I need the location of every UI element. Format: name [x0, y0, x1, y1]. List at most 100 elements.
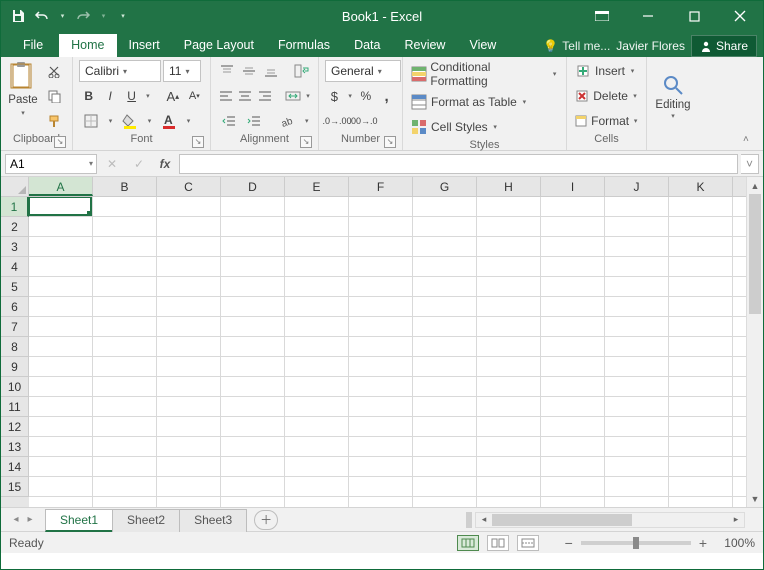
- row-header[interactable]: 11: [1, 397, 29, 417]
- row-header[interactable]: 2: [1, 217, 29, 237]
- fill-color-dropdown-icon[interactable]: ▾: [144, 110, 155, 132]
- underline-dropdown-icon[interactable]: ▾: [143, 85, 152, 107]
- italic-button[interactable]: I: [100, 85, 119, 107]
- wrap-text-icon[interactable]: [292, 60, 312, 82]
- scroll-down-icon[interactable]: ▼: [747, 490, 763, 507]
- hscroll-thumb[interactable]: [492, 514, 632, 526]
- number-launcher-icon[interactable]: ↘: [384, 136, 396, 148]
- signed-in-user[interactable]: Javier Flores: [616, 39, 685, 53]
- tab-page-layout[interactable]: Page Layout: [172, 34, 266, 57]
- redo-dropdown-icon[interactable]: ▾: [98, 5, 109, 27]
- format-painter-icon[interactable]: [42, 110, 66, 132]
- clipboard-launcher-icon[interactable]: ↘: [54, 136, 66, 148]
- zoom-in-icon[interactable]: +: [699, 535, 707, 551]
- tab-home[interactable]: Home: [59, 34, 116, 57]
- row-header[interactable]: 12: [1, 417, 29, 437]
- editing-label[interactable]: Editing: [655, 99, 690, 111]
- find-select-icon[interactable]: [659, 71, 687, 99]
- ribbon-display-options-icon[interactable]: [579, 1, 625, 31]
- tab-insert[interactable]: Insert: [117, 34, 172, 57]
- vertical-scrollbar[interactable]: ▲ ▼: [746, 197, 763, 507]
- row-header[interactable]: 1: [1, 197, 29, 217]
- comma-format-icon[interactable]: ,: [377, 85, 396, 107]
- sheet-nav-arrows[interactable]: ◂ ▸: [1, 514, 45, 525]
- undo-dropdown-icon[interactable]: ▾: [57, 5, 68, 27]
- column-header[interactable]: G: [413, 177, 477, 196]
- column-header[interactable]: F: [349, 177, 413, 196]
- name-box[interactable]: A1 ▾: [5, 154, 97, 174]
- sheet-tab[interactable]: Sheet1: [45, 509, 113, 532]
- align-middle-icon[interactable]: [239, 60, 259, 82]
- page-layout-view-icon[interactable]: [487, 535, 509, 551]
- sheet-tab[interactable]: Sheet3: [179, 509, 247, 532]
- zoom-out-icon[interactable]: −: [565, 535, 573, 551]
- underline-button[interactable]: U: [122, 85, 141, 107]
- column-header[interactable]: C: [157, 177, 221, 196]
- tab-review[interactable]: Review: [392, 34, 457, 57]
- tab-view[interactable]: View: [457, 34, 508, 57]
- zoom-slider[interactable]: [581, 541, 691, 545]
- column-header[interactable]: K: [669, 177, 733, 196]
- column-header[interactable]: B: [93, 177, 157, 196]
- cut-icon[interactable]: [42, 60, 66, 82]
- qat-customize-icon[interactable]: ▾: [115, 5, 131, 27]
- row-header[interactable]: 15: [1, 477, 29, 497]
- column-header[interactable]: E: [285, 177, 349, 196]
- paste-dropdown-icon[interactable]: ▾: [18, 108, 29, 118]
- redo-icon[interactable]: [74, 7, 92, 25]
- orientation-icon[interactable]: ab: [276, 110, 299, 132]
- increase-indent-icon[interactable]: [242, 110, 265, 132]
- align-left-icon[interactable]: [217, 85, 235, 107]
- decrease-font-icon[interactable]: A▾: [185, 85, 204, 107]
- font-launcher-icon[interactable]: ↘: [192, 136, 204, 148]
- row-header[interactable]: 10: [1, 377, 29, 397]
- expand-formula-bar-icon[interactable]: ˅: [741, 154, 759, 174]
- column-header[interactable]: A: [29, 177, 93, 196]
- cell-styles-button[interactable]: Cell Styles ▾: [409, 116, 560, 138]
- format-as-table-button[interactable]: Format as Table ▾: [409, 91, 560, 113]
- share-button[interactable]: Share: [691, 35, 757, 57]
- select-all-corner[interactable]: [1, 177, 29, 197]
- column-header[interactable]: H: [477, 177, 541, 196]
- paste-icon[interactable]: [7, 60, 39, 92]
- selected-cell[interactable]: [28, 197, 92, 216]
- align-right-icon[interactable]: [256, 85, 274, 107]
- tab-formulas[interactable]: Formulas: [266, 34, 342, 57]
- percent-format-icon[interactable]: %: [356, 85, 375, 107]
- row-header[interactable]: 5: [1, 277, 29, 297]
- undo-icon[interactable]: [33, 7, 51, 25]
- row-header[interactable]: 7: [1, 317, 29, 337]
- paste-label[interactable]: Paste: [8, 94, 37, 106]
- maximize-icon[interactable]: [671, 1, 717, 31]
- conditional-formatting-button[interactable]: Conditional Formatting ▾: [409, 60, 560, 88]
- borders-dropdown-icon[interactable]: ▾: [105, 110, 116, 132]
- delete-cells-button[interactable]: Delete ▾: [573, 85, 640, 107]
- increase-decimal-icon[interactable]: .0→.00: [325, 110, 349, 132]
- font-color-dropdown-icon[interactable]: ▾: [183, 110, 194, 132]
- row-header[interactable]: 4: [1, 257, 29, 277]
- sheet-nav-prev-icon[interactable]: ◂: [9, 514, 23, 525]
- zoom-slider-thumb[interactable]: [633, 537, 639, 549]
- row-header[interactable]: 14: [1, 457, 29, 477]
- align-center-icon[interactable]: [237, 85, 255, 107]
- tab-split-handle[interactable]: [466, 512, 472, 528]
- column-header[interactable]: I: [541, 177, 605, 196]
- orientation-dropdown-icon[interactable]: ▾: [301, 110, 312, 132]
- sheet-tab[interactable]: Sheet2: [112, 509, 180, 532]
- font-color-icon[interactable]: A: [157, 110, 181, 132]
- row-header[interactable]: 8: [1, 337, 29, 357]
- tab-file[interactable]: File: [11, 34, 55, 57]
- save-icon[interactable]: [9, 7, 27, 25]
- borders-icon[interactable]: [79, 110, 103, 132]
- accounting-format-icon[interactable]: $: [325, 85, 344, 107]
- format-cells-button[interactable]: Format ▾: [573, 110, 640, 132]
- column-header[interactable]: J: [605, 177, 669, 196]
- minimize-icon[interactable]: [625, 1, 671, 31]
- align-bottom-icon[interactable]: [261, 60, 281, 82]
- tell-me[interactable]: 💡 Tell me...: [543, 39, 610, 53]
- zoom-level[interactable]: 100%: [715, 536, 755, 550]
- column-header[interactable]: D: [221, 177, 285, 196]
- chevron-down-icon[interactable]: ▾: [89, 159, 93, 168]
- horizontal-scrollbar[interactable]: ◂ ▸: [475, 512, 745, 528]
- merge-dropdown-icon[interactable]: ▾: [304, 85, 312, 107]
